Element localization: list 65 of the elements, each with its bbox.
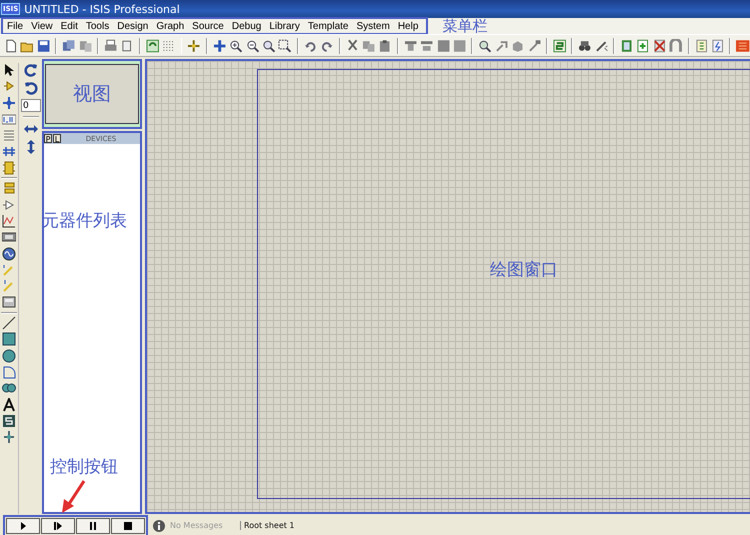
menu-item[interactable]: File — [3, 20, 28, 32]
menu-item[interactable]: Graph — [152, 20, 188, 32]
zoom-area-icon[interactable] — [278, 38, 292, 52]
arc-icon[interactable] — [2, 364, 16, 379]
window-title: UNTITLED - ISIS Professional — [24, 2, 180, 16]
message-status: No Messages — [170, 521, 224, 530]
zoom-out-icon[interactable] — [246, 38, 260, 52]
hammer-icon[interactable] — [528, 38, 541, 52]
component-icon[interactable] — [2, 79, 16, 94]
bus-icon[interactable] — [2, 144, 16, 158]
subcircuit-icon[interactable] — [2, 160, 16, 175]
circle-icon[interactable] — [2, 348, 16, 363]
control-buttons-annotation: 控制按钮 — [50, 456, 118, 478]
pointer-icon[interactable] — [2, 63, 16, 77]
device-picker-button[interactable]: L — [53, 134, 61, 143]
menu-item[interactable]: System — [352, 20, 394, 32]
menu-item[interactable]: Edit — [56, 20, 82, 32]
line-icon[interactable] — [2, 316, 16, 330]
delete-sheet-icon[interactable] — [652, 38, 666, 52]
info-icon — [152, 518, 166, 532]
new-file-icon[interactable] — [4, 38, 18, 52]
menu-item[interactable]: Library — [265, 20, 304, 32]
overview-annotation: 视图 — [73, 82, 111, 107]
add-sheet-icon[interactable] — [636, 38, 650, 52]
printer-icon[interactable] — [104, 38, 118, 52]
menu-item[interactable]: View — [27, 20, 57, 32]
binoculars-icon[interactable] — [578, 38, 592, 52]
mirror-horizontal-icon[interactable] — [24, 122, 38, 136]
drawing-area-annotation: 绘图窗口 — [490, 258, 558, 280]
crosshair-icon[interactable] — [187, 38, 201, 52]
device-list-annotation: 元器件列表 — [42, 210, 127, 232]
pause-icon[interactable] — [76, 518, 110, 534]
junction-dot-icon[interactable] — [2, 96, 16, 110]
menu-item[interactable]: Design — [113, 20, 152, 32]
overview-panel[interactable]: 视图 — [42, 59, 142, 129]
box-icon[interactable] — [2, 332, 16, 346]
menu-item[interactable]: Debug — [228, 20, 266, 32]
text-tool-icon[interactable] — [2, 398, 16, 412]
menu-bar-annotation: 菜单栏 — [442, 18, 488, 34]
zoom-in-icon[interactable] — [229, 38, 243, 52]
device-picker-button[interactable]: P — [44, 134, 52, 143]
menu-item[interactable]: Template — [304, 20, 352, 32]
paste-icon[interactable] — [378, 38, 392, 52]
sheet-icon[interactable] — [620, 38, 634, 52]
rotate-clockwise-icon[interactable] — [24, 63, 38, 77]
menu-item[interactable]: Source — [188, 20, 228, 32]
zoom-all-icon[interactable] — [262, 38, 276, 52]
step-icon[interactable] — [41, 518, 75, 534]
stacked-pages-icon[interactable] — [62, 38, 76, 52]
symbol-icon[interactable] — [2, 414, 16, 428]
grid-icon[interactable] — [162, 38, 176, 52]
rotate-anticlockwise-icon[interactable] — [24, 81, 38, 95]
arrow-annotation — [60, 480, 86, 514]
marker-icon[interactable] — [2, 430, 16, 444]
graph-icon[interactable] — [2, 214, 16, 228]
move-cross-icon[interactable] — [212, 38, 226, 52]
sheet-status: Root sheet 1 — [240, 521, 295, 530]
play-icon[interactable] — [6, 518, 40, 534]
rotation-field[interactable]: 0 — [21, 99, 41, 112]
menu-item[interactable]: Tools — [82, 20, 114, 32]
scissors-icon[interactable] — [346, 38, 359, 52]
menu-item[interactable]: Help — [394, 20, 422, 32]
stop-icon[interactable] — [111, 518, 145, 534]
generator-icon[interactable] — [2, 246, 16, 261]
page-icon[interactable] — [120, 38, 134, 52]
